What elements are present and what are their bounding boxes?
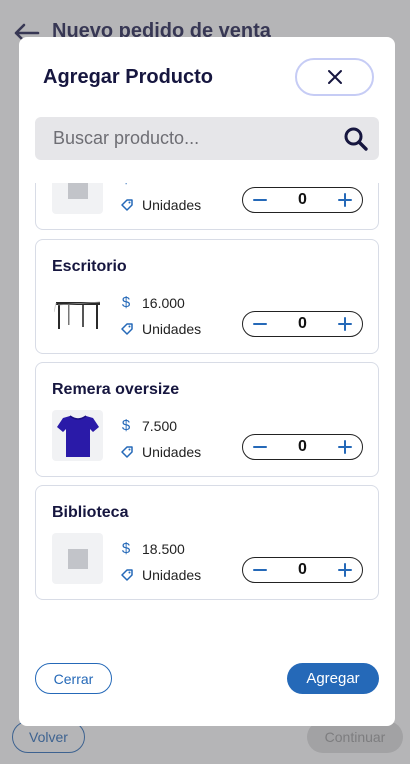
product-price: $ 18.500 [120,540,185,557]
decrease-button[interactable] [249,313,271,335]
product-card: Remera oversize $ 7.500 Unidades 0 [35,362,379,477]
product-image [52,183,103,214]
product-unit: Unidades [120,567,201,583]
decrease-button[interactable] [249,436,271,458]
plus-icon [338,440,352,454]
increase-button[interactable] [334,559,356,581]
plus-icon [338,193,352,207]
quantity-value[interactable]: 0 [298,315,307,333]
decrease-button[interactable] [249,559,271,581]
unit-label: Unidades [142,197,202,213]
increase-button[interactable] [334,436,356,458]
product-unit: Unidades [120,197,201,213]
increase-button[interactable] [334,189,356,211]
product-image [52,410,103,461]
minus-icon [253,446,267,448]
quantity-stepper: 0 [242,434,363,460]
product-price: $ 16.000 [120,294,185,311]
close-icon [327,70,342,84]
add-product-modal: Agregar Producto $ Unidades [19,37,395,726]
modal-title: Agregar Producto [43,66,214,88]
dollar-icon: $ [121,294,131,311]
image-placeholder-icon [67,183,88,199]
quantity-stepper: 0 [242,187,363,213]
tag-icon [121,569,133,581]
product-name: Biblioteca [52,504,129,521]
tag-icon [121,323,133,335]
product-unit: Unidades [120,444,201,460]
product-image [52,533,103,584]
decrease-button[interactable] [249,189,271,211]
product-price: $ 7.500 [120,417,177,434]
quantity-stepper: 0 [242,557,363,583]
product-image [52,287,103,338]
close-button[interactable]: Cerrar [35,663,112,694]
price-value: 7.500 [142,417,178,434]
product-card: Escritorio $ 16.000 Unidades 0 [35,239,379,354]
product-card: Biblioteca $ 18.500 Unidades 0 [35,485,379,600]
product-name: Escritorio [52,258,127,275]
unit-label: Unidades [142,444,202,460]
quantity-value[interactable]: 0 [298,438,307,456]
search-icon[interactable] [343,126,369,152]
product-card: $ Unidades 0 [35,183,379,230]
add-button[interactable]: Agregar [287,663,379,694]
tshirt-icon [56,414,99,457]
dollar-icon: $ [120,183,132,187]
plus-icon [338,317,352,331]
minus-icon [253,199,267,201]
product-list[interactable]: $ Unidades 0 Escritorio [35,183,379,653]
product-price: $ [120,183,142,187]
unit-label: Unidades [142,321,202,337]
price-value: 16.000 [142,294,185,311]
product-unit: Unidades [120,321,201,337]
product-name: Remera oversize [52,381,180,398]
increase-button[interactable] [334,313,356,335]
tag-icon [121,199,133,211]
desk-icon [53,301,100,329]
plus-icon [338,563,352,577]
quantity-value[interactable]: 0 [298,561,307,579]
price-value: 18.500 [142,540,185,557]
tag-icon [121,446,133,458]
image-placeholder-icon [67,548,88,569]
unit-label: Unidades [142,567,202,583]
close-modal-button[interactable] [295,58,374,96]
search-bar [35,117,379,160]
quantity-value[interactable]: 0 [298,191,307,209]
minus-icon [253,569,267,571]
dollar-icon: $ [121,417,131,434]
search-input[interactable] [35,117,335,160]
quantity-stepper: 0 [242,311,363,337]
minus-icon [253,323,267,325]
dollar-icon: $ [121,540,131,557]
